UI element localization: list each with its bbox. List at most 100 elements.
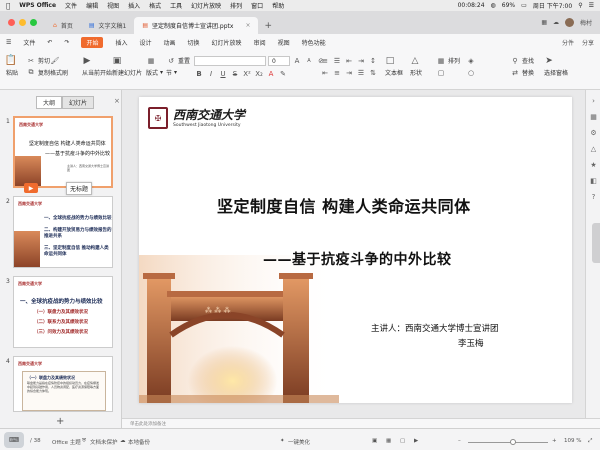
animation-panel-icon[interactable]: ★ [589, 160, 598, 169]
zoom-slider[interactable] [468, 442, 548, 443]
replace-button[interactable]: ⇄ 替换 [510, 68, 534, 78]
ribbon-tab-slideshow[interactable]: 幻灯片放映 [212, 38, 242, 47]
new-slide-button[interactable]: ▣ 新建幻灯片 [112, 56, 142, 78]
ribbon-tab-design[interactable]: 设计 [140, 38, 152, 47]
strikethrough-icon[interactable]: S [230, 69, 240, 78]
battery-icon[interactable]: ▭ [521, 2, 527, 9]
reset-button[interactable]: ↺ 重置 [166, 56, 190, 66]
bullet-list-icon[interactable]: ≡ [320, 56, 330, 65]
backup-status[interactable]: 本地备份 [128, 438, 150, 446]
slideshow-view-icon[interactable]: ▶ [414, 438, 418, 444]
ribbon-tab-animation[interactable]: 动画 [164, 38, 176, 47]
close-panel-icon[interactable]: × [114, 97, 120, 105]
indent-decrease-icon[interactable]: ⇤ [344, 56, 354, 65]
user-name[interactable]: 梅村 [580, 18, 592, 27]
slide-speaker[interactable]: 主讲人：西南交通大学博士宣讲团 [371, 322, 499, 334]
menu-insert[interactable]: 插入 [128, 1, 140, 10]
tab-slides[interactable]: 幻灯片 [62, 96, 95, 109]
slide-thumbnail-4[interactable]: 西南交通大学 （一）联盘力及其绩效状况 联盘能力是指在疫情防控中的组织动员力，在… [13, 356, 113, 412]
app-name[interactable]: WPS Office [19, 2, 56, 9]
slide-thumbnail-3[interactable]: 西南交通大学 一、全球抗疫战的势力与绩效比较 （一）联盘力及其绩效状况 （二）联… [13, 276, 113, 348]
ribbon-tab-view[interactable]: 视图 [278, 38, 290, 47]
subscript-icon[interactable]: X₂ [254, 69, 264, 78]
zoom-in-icon[interactable]: + [552, 438, 557, 444]
keyboard-icon[interactable]: ⌨ [4, 432, 24, 448]
highlight-icon[interactable]: ✎ [278, 69, 288, 78]
text-direction-icon[interactable]: ⇅ [368, 68, 378, 77]
fit-window-icon[interactable]: ⤢ [588, 438, 592, 445]
style-panel-icon[interactable]: ▦ [589, 112, 598, 121]
tab-outline[interactable]: 大纲 [36, 96, 63, 109]
tab-doc1[interactable]: ▤ 文字文稿1 [81, 17, 135, 34]
font-size-select[interactable]: 0 [268, 56, 290, 66]
line-spacing-icon[interactable]: ↕ [368, 56, 378, 65]
ribbon-file[interactable]: 文件 [23, 38, 35, 47]
menu-tools[interactable]: 工具 [170, 1, 182, 10]
minimize-window-button[interactable] [19, 19, 26, 26]
menu-format[interactable]: 格式 [149, 1, 161, 10]
shape-panel-icon[interactable]: △ [589, 144, 598, 153]
notes-pane[interactable]: 单击此处添加备注 [122, 418, 600, 428]
slide-title[interactable]: 坚定制度自信 构建人类命运共同体 [217, 193, 471, 217]
italic-icon[interactable]: I [206, 69, 216, 78]
section-dropdown[interactable]: 节 ▾ [166, 68, 177, 77]
beautify-button[interactable]: 一键美化 [288, 438, 310, 446]
font-name-select[interactable] [194, 56, 266, 66]
menu-edit[interactable]: 编辑 [86, 1, 98, 10]
undo-icon[interactable]: ↶ [47, 39, 52, 46]
tab-active-presentation[interactable]: ▤ 坚定制度自信博士宣讲团.pptx × [134, 17, 259, 34]
format-painter-button[interactable]: 🖌 格式刷 [50, 56, 68, 78]
wifi-icon[interactable]: ◍ [491, 2, 496, 9]
zoom-out-icon[interactable]: – [458, 438, 461, 444]
grow-font-icon[interactable]: A [292, 57, 302, 66]
menu-window[interactable]: 窗口 [251, 1, 263, 10]
protection-status[interactable]: 文档未保护 [90, 438, 118, 446]
font-color-icon[interactable]: A [266, 69, 276, 78]
outline-button[interactable]: ▢ [436, 68, 446, 77]
normal-view-icon[interactable]: ▣ [372, 438, 377, 444]
textbox-button[interactable]: □ 文本框 [385, 56, 403, 78]
find-button[interactable]: ⚲ 查找 [510, 56, 534, 66]
collapse-icon[interactable]: › [589, 96, 598, 105]
superscript-icon[interactable]: X² [242, 69, 252, 78]
apple-icon[interactable]:  [6, 2, 10, 10]
close-window-button[interactable] [8, 19, 15, 26]
redo-icon[interactable]: ↷ [64, 39, 69, 46]
ribbon-share-label[interactable]: 分件 [562, 38, 574, 47]
select-pane-button[interactable]: ➤ 选择窗格 [544, 56, 568, 78]
menu-file[interactable]: 文件 [65, 1, 77, 10]
bold-icon[interactable]: B [194, 69, 204, 78]
help-icon[interactable]: ? [589, 192, 598, 201]
menu-view[interactable]: 视图 [107, 1, 119, 10]
cut-button[interactable]: ✂ 剪切 [26, 56, 50, 66]
add-slide-button[interactable]: + [56, 416, 64, 427]
slide-thumbnail-2[interactable]: 西南交通大学 一、全球抗疫战的势力与绩效比较 二、构建开放贸易力与绩效报告的推进… [13, 196, 113, 268]
ribbon-tab-start[interactable]: 开始 [81, 36, 104, 48]
layout-dropdown[interactable]: 版式 ▾ [146, 68, 163, 77]
avatar[interactable] [564, 18, 574, 27]
align-center-icon[interactable]: ≡ [332, 68, 342, 77]
ribbon-tab-review[interactable]: 审阅 [254, 38, 266, 47]
menu-help[interactable]: 帮助 [272, 1, 284, 10]
grid-icon[interactable]: ▦ [541, 19, 547, 26]
slide-subtitle[interactable]: ——基于抗疫斗争的中外比较 [263, 249, 452, 269]
justify-icon[interactable]: ☰ [356, 68, 366, 77]
search-icon[interactable]: ⚲ [578, 2, 582, 9]
shape-button[interactable]: △ 形状 [410, 56, 422, 78]
arrange-button[interactable]: ▦ 排列 [436, 56, 460, 66]
underline-icon[interactable]: U [218, 69, 228, 78]
layout-button[interactable]: ▦ [146, 56, 156, 65]
ribbon-share-button[interactable]: 分享 [582, 38, 594, 47]
copy-button[interactable]: ⧉ 复制 [26, 68, 51, 77]
slide-thumbnail-1[interactable]: 西南交通大学 坚定制度自信 构建人类命运共同体 ——基于抗疫斗争的中外比较 主讲… [13, 116, 113, 188]
align-right-icon[interactable]: ⇥ [344, 68, 354, 77]
clock[interactable]: 周日 下午7:00 [533, 1, 572, 10]
ribbon-tab-transition[interactable]: 切换 [188, 38, 200, 47]
menu-slideshow[interactable]: 幻灯片放映 [191, 1, 221, 10]
slide-speaker-name[interactable]: 李玉梅 [458, 337, 484, 349]
zoom-level[interactable]: 109 % [564, 438, 581, 444]
current-slide[interactable]: ✠ 西南交通大学 Southwest Jiaotong University ⁂… [139, 97, 572, 403]
tab-home[interactable]: ⌂ 首页 [45, 17, 81, 34]
play-from-current-button[interactable]: ▶ 从当前开始 [82, 56, 112, 78]
side-panel-handle[interactable] [592, 223, 600, 263]
